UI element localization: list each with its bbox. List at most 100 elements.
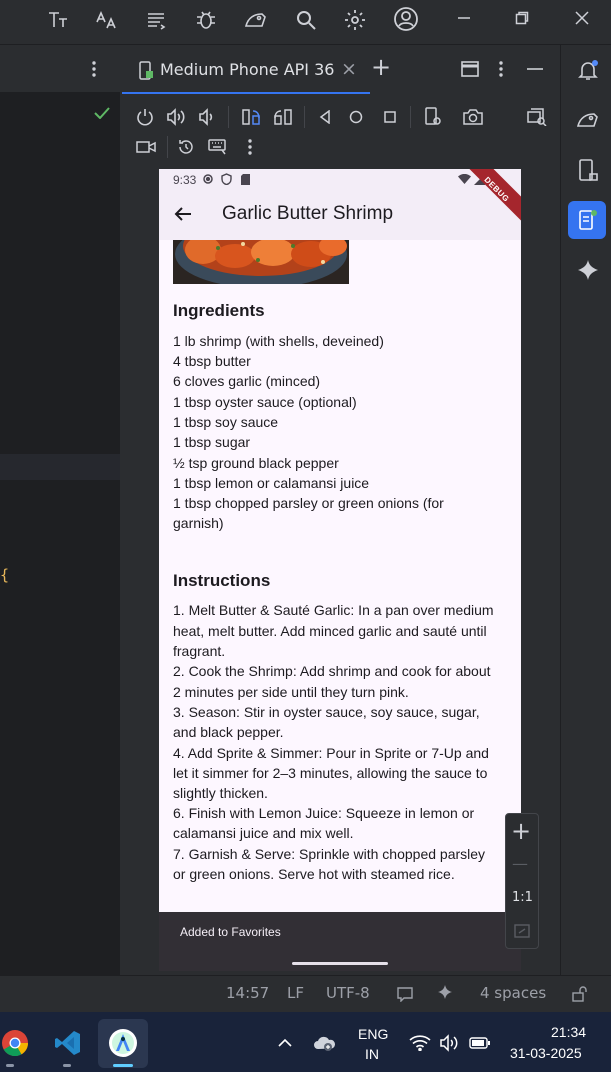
current-line-highlight — [0, 454, 120, 480]
gemini-agent-icon[interactable] — [241, 6, 271, 34]
android-studio-icon — [107, 1027, 139, 1059]
separator — [304, 106, 305, 128]
reset-history-icon[interactable] — [175, 136, 197, 158]
zoom-out-button[interactable]: — — [512, 854, 528, 873]
left-editor-panel — [0, 45, 120, 975]
list-item: 1 tbsp oyster sauce (optional) — [173, 394, 357, 410]
windows-taskbar — [0, 1012, 611, 1072]
onedrive-icon[interactable] — [312, 1031, 338, 1055]
debug-bug-icon[interactable] — [192, 6, 220, 34]
power-icon[interactable] — [134, 106, 156, 128]
running-devices-icon — [575, 207, 599, 233]
instruction-line: slightly thicken. — [173, 785, 268, 801]
translate-icon[interactable] — [92, 6, 120, 34]
restore-icon[interactable] — [510, 6, 534, 30]
status-time: 9:33 — [173, 173, 197, 187]
instruction-line: heat, melt butter. Add minced garlic and… — [173, 623, 487, 639]
line-ending[interactable]: LF — [287, 984, 304, 1002]
back-triangle-icon[interactable] — [315, 106, 335, 128]
instructions-heading: Instructions — [173, 571, 271, 590]
settings-gear-icon[interactable] — [341, 6, 369, 34]
list-icon[interactable] — [142, 6, 170, 34]
list-item: 1 tbsp soy sauce — [173, 414, 279, 430]
page-title: Garlic Butter Shrimp — [222, 203, 394, 224]
ai-assist-icon[interactable] — [436, 983, 456, 1003]
tab-more-icon[interactable] — [493, 59, 509, 79]
readonly-toggle-icon[interactable] — [395, 984, 415, 1004]
camera-icon[interactable] — [461, 106, 485, 128]
separator — [410, 106, 411, 128]
wifi-icon[interactable] — [408, 1032, 432, 1054]
clock-time[interactable]: 21:34 — [551, 1024, 586, 1040]
text-format-icon[interactable] — [44, 6, 72, 34]
volume-up-icon[interactable] — [164, 106, 188, 128]
sparkle-icon[interactable] — [576, 257, 600, 283]
tab-label: Medium Phone API 36 — [160, 60, 335, 79]
instruction-line: 1. Melt Butter & Sauté Garlic: In a pan … — [173, 602, 494, 618]
rotate-left-icon[interactable] — [240, 106, 262, 128]
search-icon[interactable] — [292, 6, 320, 34]
separator — [167, 136, 168, 158]
close-window-icon[interactable] — [570, 6, 594, 30]
screen-record-icon[interactable] — [134, 136, 158, 158]
layout-icon[interactable] — [460, 59, 480, 79]
language-indicator[interactable]: ENG — [358, 1026, 388, 1042]
status-shield-icon — [219, 172, 233, 186]
account-icon[interactable] — [391, 4, 421, 34]
notifications-bell-icon[interactable] — [574, 56, 602, 84]
region-indicator[interactable]: IN — [365, 1046, 379, 1062]
volume-down-icon[interactable] — [196, 106, 218, 128]
check-icon — [92, 104, 112, 122]
active-indicator — [113, 1064, 133, 1067]
hide-panel-icon[interactable] — [524, 59, 546, 79]
right-tool-window-bar — [560, 45, 611, 975]
minimize-icon[interactable] — [452, 6, 476, 30]
ingredients-heading: Ingredients — [173, 301, 265, 320]
chevron-up-icon[interactable] — [274, 1032, 296, 1054]
code-brace: { — [0, 566, 10, 584]
instruction-line: fragrant. — [173, 643, 226, 659]
keyboard-icon[interactable] — [206, 136, 230, 158]
list-item: 4 tbsp butter — [173, 353, 251, 369]
rotate-right-icon[interactable] — [272, 106, 294, 128]
separator — [228, 106, 229, 128]
chrome-icon[interactable] — [0, 1028, 30, 1058]
fit-screen-icon[interactable] — [511, 921, 533, 941]
instruction-line: calamansi juice and mix well. — [173, 825, 354, 841]
unlock-icon[interactable] — [570, 984, 590, 1004]
list-item: 6 cloves garlic (minced) — [173, 373, 321, 389]
tab-close-icon[interactable]: × — [341, 58, 357, 80]
caret-position[interactable]: 14:57 — [226, 984, 269, 1002]
recipe-image — [173, 240, 349, 284]
instruction-line: 6. Finish with Lemon Juice: Squeeze in l… — [173, 805, 475, 821]
list-item: 1 tbsp lemon or calamansi juice — [173, 475, 370, 491]
snapshots-icon[interactable] — [525, 106, 549, 128]
running-indicator — [6, 1064, 14, 1067]
add-tab-icon[interactable]: + — [371, 53, 391, 81]
speaker-icon[interactable] — [438, 1032, 462, 1054]
home-circle-icon[interactable] — [346, 106, 366, 128]
status-settings-icon — [201, 172, 215, 186]
instruction-line: 4. Add Sprite & Simmer: Pour in Sprite o… — [173, 745, 489, 761]
phone-screen[interactable]: 9:33 DEBUG Garlic Butter Shrimp Ingredie… — [159, 169, 521, 971]
device-settings-icon[interactable] — [422, 106, 444, 128]
gesture-handle[interactable] — [292, 962, 388, 965]
battery-icon[interactable] — [468, 1032, 492, 1054]
status-sd-icon — [239, 172, 251, 186]
file-encoding[interactable]: UTF-8 — [326, 984, 370, 1002]
instruction-line: or green onions. Serve hot with steamed … — [173, 866, 455, 882]
running-indicator — [63, 1064, 71, 1067]
back-arrow-icon[interactable] — [171, 202, 195, 226]
vscode-icon[interactable] — [52, 1028, 84, 1058]
more-options-icon[interactable] — [84, 58, 104, 80]
zoom-in-button[interactable]: + — [511, 817, 531, 845]
clock-date[interactable]: 31-03-2025 — [510, 1045, 582, 1061]
gemini-icon[interactable] — [573, 106, 603, 134]
list-item: 1 tbsp sugar — [173, 434, 251, 450]
device-manager-icon[interactable] — [574, 156, 602, 184]
zoom-ratio-button[interactable]: 1:1 — [512, 890, 533, 905]
indent-setting[interactable]: 4 spaces — [480, 984, 546, 1002]
toolbar-more-icon[interactable] — [242, 136, 258, 158]
instruction-line: and black pepper. — [173, 724, 284, 740]
overview-square-icon[interactable] — [380, 106, 400, 128]
